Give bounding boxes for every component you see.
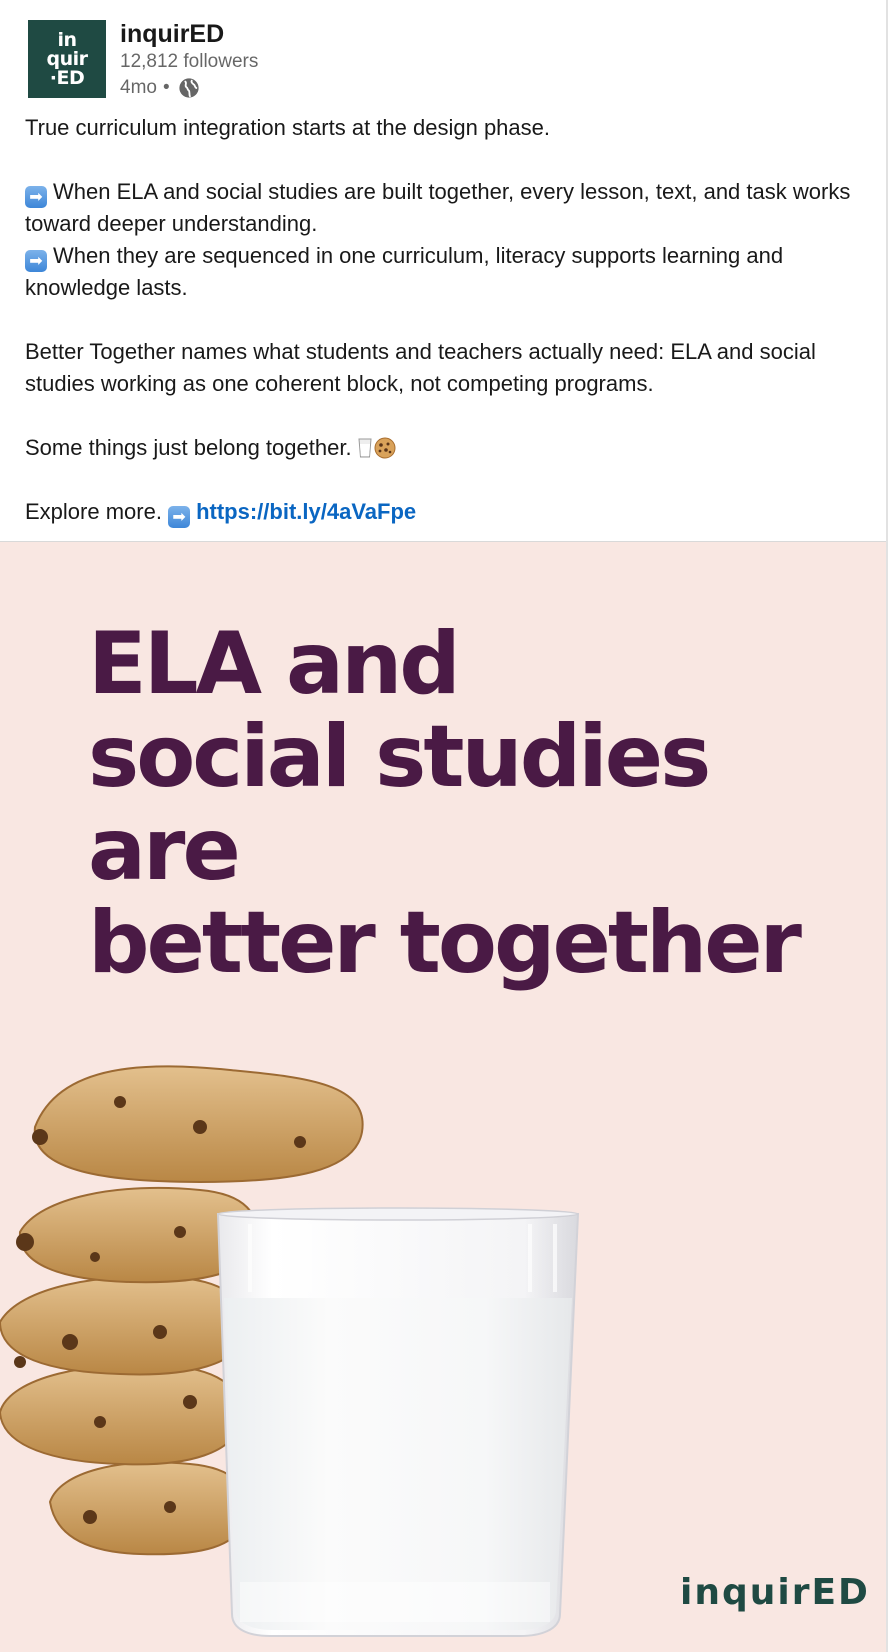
arrow-right-emoji: ➡ bbox=[25, 186, 47, 208]
brand-wordmark: inquirED bbox=[680, 1572, 870, 1613]
bullet-text: When they are sequenced in one curriculu… bbox=[25, 243, 784, 300]
explore-label: Explore more. bbox=[25, 499, 162, 524]
post-image[interactable]: ELA and social studies are better togeth… bbox=[0, 542, 886, 1652]
company-logo[interactable]: in quir ·ED bbox=[28, 20, 106, 98]
post-paragraph: Better Together names what students and … bbox=[25, 339, 816, 396]
post-time-row: 4mo • bbox=[120, 75, 258, 101]
globe-icon bbox=[179, 78, 199, 98]
post-bullet: ➡ When ELA and social studies are built t… bbox=[25, 176, 875, 240]
cookie-emoji bbox=[374, 437, 396, 459]
post-body: True curriculum integration starts at th… bbox=[25, 112, 875, 528]
linkedin-post: in quir ·ED inquirED 12,812 followers 4m… bbox=[0, 0, 888, 1652]
post-intro: True curriculum integration starts at th… bbox=[25, 115, 551, 140]
post-link[interactable]: https://bit.ly/4aVaFpe bbox=[196, 499, 416, 524]
arrow-right-emoji: ➡ bbox=[25, 250, 47, 272]
post-explore-line: Explore more. ➡ https://bit.ly/4aVaFpe bbox=[25, 496, 875, 528]
logo-line: in bbox=[57, 28, 77, 51]
milk-glass bbox=[216, 1207, 580, 1637]
post-meta: inquirED 12,812 followers 4mo • bbox=[120, 20, 258, 100]
together-text: Some things just belong together. bbox=[25, 435, 352, 460]
post-together-line: Some things just belong together. bbox=[25, 432, 875, 464]
milk-and-cookies-illustration bbox=[0, 1065, 580, 1637]
logo-line: ·ED bbox=[49, 66, 85, 89]
follower-count: 12,812 followers bbox=[120, 51, 259, 72]
arrow-right-emoji: ➡ bbox=[168, 506, 191, 528]
separator: • bbox=[162, 77, 170, 98]
post-time: 4mo bbox=[120, 77, 157, 98]
post-bullet: ➡ When they are sequenced in one curricul… bbox=[25, 240, 875, 304]
company-name[interactable]: inquirED bbox=[120, 19, 258, 49]
post-header: in quir ·ED inquirED 12,812 followers 4m… bbox=[28, 20, 258, 100]
bullet-text: When ELA and social studies are built to… bbox=[25, 179, 851, 236]
milk-emoji bbox=[358, 438, 372, 458]
logo-line: quir bbox=[46, 47, 88, 70]
